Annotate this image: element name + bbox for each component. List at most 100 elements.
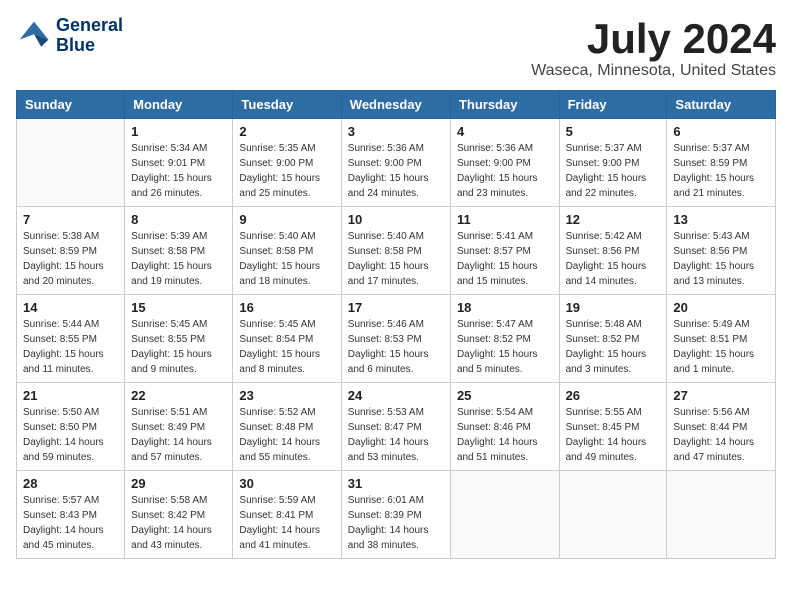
calendar-header-friday: Friday (559, 91, 667, 119)
day-info: Sunrise: 5:36 AM Sunset: 9:00 PM Dayligh… (457, 141, 553, 201)
calendar-cell: 12Sunrise: 5:42 AM Sunset: 8:56 PM Dayli… (559, 207, 667, 295)
day-info: Sunrise: 5:40 AM Sunset: 8:58 PM Dayligh… (239, 229, 334, 289)
day-number: 23 (239, 388, 334, 403)
day-info: Sunrise: 5:55 AM Sunset: 8:45 PM Dayligh… (566, 405, 661, 465)
day-info: Sunrise: 5:59 AM Sunset: 8:41 PM Dayligh… (239, 493, 334, 553)
calendar-cell: 29 Sunrise: 5:58 AM Sunset: 8:42 PM Dayli… (125, 471, 233, 559)
day-number: 15 (131, 300, 226, 315)
calendar-cell: 17 Sunrise: 5:46 AM Sunset: 8:53 PM Dayli… (341, 295, 450, 383)
day-number: 11 (457, 212, 553, 227)
day-number: 3 (348, 124, 444, 139)
calendar-week-4: 21 Sunrise: 5:50 AM Sunset: 8:50 PM Dayli… (17, 383, 776, 471)
day-info: Sunrise: 5:38 AM Sunset: 8:59 PM Dayligh… (23, 229, 118, 289)
day-number: 20 (673, 300, 769, 315)
calendar-cell: 1 Sunrise: 5:34 AM Sunset: 9:01 PM Daylig… (125, 119, 233, 207)
day-number: 1 (131, 124, 226, 139)
calendar-header-tuesday: Tuesday (233, 91, 341, 119)
day-number: 2 (239, 124, 334, 139)
day-number: 21 (23, 388, 118, 403)
calendar-week-1: 1 Sunrise: 5:34 AM Sunset: 9:01 PM Daylig… (17, 119, 776, 207)
calendar-cell: 26 Sunrise: 5:55 AM Sunset: 8:45 PM Dayli… (559, 383, 667, 471)
day-number: 25 (457, 388, 553, 403)
calendar-cell: 5 Sunrise: 5:37 AM Sunset: 9:00 PM Daylig… (559, 119, 667, 207)
calendar-cell: 3 Sunrise: 5:36 AM Sunset: 9:00 PM Daylig… (341, 119, 450, 207)
calendar-cell: 24 Sunrise: 5:53 AM Sunset: 8:47 PM Dayli… (341, 383, 450, 471)
calendar-cell: 22 Sunrise: 5:51 AM Sunset: 8:49 PM Dayli… (125, 383, 233, 471)
day-info: Sunrise: 5:54 AM Sunset: 8:46 PM Dayligh… (457, 405, 553, 465)
calendar-week-5: 28Sunrise: 5:57 AM Sunset: 8:43 PM Dayli… (17, 471, 776, 559)
day-info: Sunrise: 5:34 AM Sunset: 9:01 PM Dayligh… (131, 141, 226, 201)
calendar-cell: 15 Sunrise: 5:45 AM Sunset: 8:55 PM Dayli… (125, 295, 233, 383)
day-number: 6 (673, 124, 769, 139)
day-info: Sunrise: 5:46 AM Sunset: 8:53 PM Dayligh… (348, 317, 444, 377)
day-info: Sunrise: 5:50 AM Sunset: 8:50 PM Dayligh… (23, 405, 118, 465)
calendar-header-sunday: Sunday (17, 91, 125, 119)
day-info: Sunrise: 5:57 AM Sunset: 8:43 PM Dayligh… (23, 493, 118, 553)
day-number: 9 (239, 212, 334, 227)
calendar-cell: 6 Sunrise: 5:37 AM Sunset: 8:59 PM Daylig… (667, 119, 776, 207)
calendar-cell: 11 Sunrise: 5:41 AM Sunset: 8:57 PM Dayli… (450, 207, 559, 295)
logo: General Blue (16, 16, 123, 56)
day-number: 18 (457, 300, 553, 315)
day-info: Sunrise: 6:01 AM Sunset: 8:39 PM Dayligh… (348, 493, 444, 553)
day-info: Sunrise: 5:43 AM Sunset: 8:56 PM Dayligh… (673, 229, 769, 289)
day-info: Sunrise: 5:44 AM Sunset: 8:55 PM Dayligh… (23, 317, 118, 377)
day-number: 13 (673, 212, 769, 227)
calendar-cell: 25 Sunrise: 5:54 AM Sunset: 8:46 PM Dayli… (450, 383, 559, 471)
title-block: July 2024 Waseca, Minnesota, United Stat… (531, 16, 776, 80)
day-number: 14 (23, 300, 118, 315)
day-info: Sunrise: 5:51 AM Sunset: 8:49 PM Dayligh… (131, 405, 226, 465)
calendar-cell: 19 Sunrise: 5:48 AM Sunset: 8:52 PM Dayli… (559, 295, 667, 383)
day-number: 16 (239, 300, 334, 315)
calendar-cell: 14 Sunrise: 5:44 AM Sunset: 8:55 PM Dayli… (17, 295, 125, 383)
calendar-cell: 10 Sunrise: 5:40 AM Sunset: 8:58 PM Dayli… (341, 207, 450, 295)
calendar-cell (559, 471, 667, 559)
day-number: 24 (348, 388, 444, 403)
day-info: Sunrise: 5:56 AM Sunset: 8:44 PM Dayligh… (673, 405, 769, 465)
day-info: Sunrise: 5:45 AM Sunset: 8:55 PM Dayligh… (131, 317, 226, 377)
calendar-cell: 8Sunrise: 5:39 AM Sunset: 8:58 PM Daylig… (125, 207, 233, 295)
day-info: Sunrise: 5:49 AM Sunset: 8:51 PM Dayligh… (673, 317, 769, 377)
day-info: Sunrise: 5:42 AM Sunset: 8:56 PM Dayligh… (566, 229, 661, 289)
day-info: Sunrise: 5:52 AM Sunset: 8:48 PM Dayligh… (239, 405, 334, 465)
calendar-week-2: 7 Sunrise: 5:38 AM Sunset: 8:59 PM Daylig… (17, 207, 776, 295)
calendar-header-thursday: Thursday (450, 91, 559, 119)
day-number: 10 (348, 212, 444, 227)
calendar-cell: 31Sunrise: 6:01 AM Sunset: 8:39 PM Dayli… (341, 471, 450, 559)
day-number: 26 (566, 388, 661, 403)
logo-icon (16, 18, 52, 54)
day-number: 8 (131, 212, 226, 227)
calendar-cell (667, 471, 776, 559)
calendar-header-monday: Monday (125, 91, 233, 119)
day-info: Sunrise: 5:36 AM Sunset: 9:00 PM Dayligh… (348, 141, 444, 201)
calendar-cell: 7 Sunrise: 5:38 AM Sunset: 8:59 PM Daylig… (17, 207, 125, 295)
day-number: 4 (457, 124, 553, 139)
day-info: Sunrise: 5:41 AM Sunset: 8:57 PM Dayligh… (457, 229, 553, 289)
calendar-header-row: SundayMondayTuesdayWednesdayThursdayFrid… (17, 91, 776, 119)
calendar-cell: 27Sunrise: 5:56 AM Sunset: 8:44 PM Dayli… (667, 383, 776, 471)
day-number: 29 (131, 476, 226, 491)
day-number: 19 (566, 300, 661, 315)
day-number: 7 (23, 212, 118, 227)
day-number: 17 (348, 300, 444, 315)
day-number: 22 (131, 388, 226, 403)
calendar-cell: 4 Sunrise: 5:36 AM Sunset: 9:00 PM Daylig… (450, 119, 559, 207)
location-title: Waseca, Minnesota, United States (531, 62, 776, 80)
logo-text: General Blue (56, 16, 123, 56)
calendar-cell: 23 Sunrise: 5:52 AM Sunset: 8:48 PM Dayli… (233, 383, 341, 471)
day-info: Sunrise: 5:45 AM Sunset: 8:54 PM Dayligh… (239, 317, 334, 377)
day-info: Sunrise: 5:37 AM Sunset: 9:00 PM Dayligh… (566, 141, 661, 201)
day-info: Sunrise: 5:53 AM Sunset: 8:47 PM Dayligh… (348, 405, 444, 465)
month-title: July 2024 (531, 16, 776, 62)
calendar-cell: 20 Sunrise: 5:49 AM Sunset: 8:51 PM Dayli… (667, 295, 776, 383)
day-info: Sunrise: 5:40 AM Sunset: 8:58 PM Dayligh… (348, 229, 444, 289)
day-number: 5 (566, 124, 661, 139)
calendar-cell: 21 Sunrise: 5:50 AM Sunset: 8:50 PM Dayli… (17, 383, 125, 471)
day-info: Sunrise: 5:58 AM Sunset: 8:42 PM Dayligh… (131, 493, 226, 553)
calendar-cell: 13 Sunrise: 5:43 AM Sunset: 8:56 PM Dayli… (667, 207, 776, 295)
day-info: Sunrise: 5:48 AM Sunset: 8:52 PM Dayligh… (566, 317, 661, 377)
calendar-cell: 28Sunrise: 5:57 AM Sunset: 8:43 PM Dayli… (17, 471, 125, 559)
day-number: 30 (239, 476, 334, 491)
day-info: Sunrise: 5:37 AM Sunset: 8:59 PM Dayligh… (673, 141, 769, 201)
calendar-cell: 30 Sunrise: 5:59 AM Sunset: 8:41 PM Dayli… (233, 471, 341, 559)
